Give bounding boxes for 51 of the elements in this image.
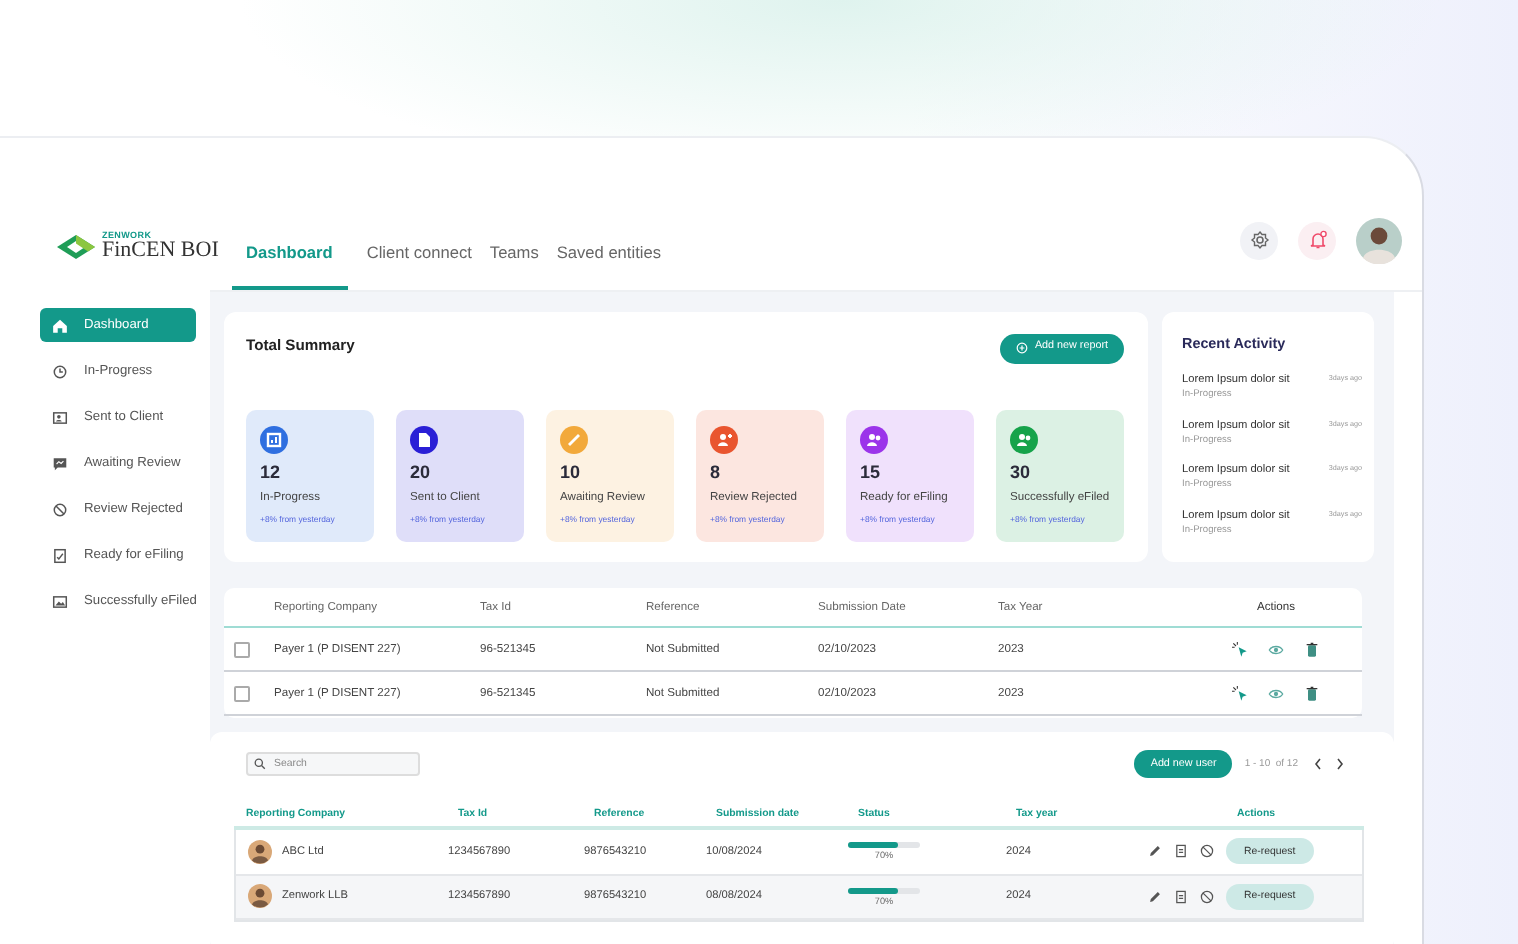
pencil-icon[interactable]	[1148, 844, 1162, 859]
stat-icon	[410, 426, 438, 454]
stat-icon	[860, 426, 888, 454]
stat-icon	[1010, 426, 1038, 454]
settings-icon	[1249, 230, 1269, 250]
ban-icon[interactable]	[1200, 889, 1214, 904]
product-name: FinCEN BOI	[102, 240, 219, 263]
logo-icon	[56, 234, 96, 260]
chevron-right-icon[interactable]	[1336, 758, 1344, 770]
checkbox[interactable]	[234, 641, 250, 657]
home-icon	[52, 317, 68, 333]
stat-icon	[710, 426, 738, 454]
pencil-icon[interactable]	[1148, 889, 1162, 904]
plus-circle-icon	[1016, 342, 1029, 354]
settings-button[interactable]	[1240, 221, 1278, 259]
stat-value: 15	[860, 462, 883, 482]
avatar-icon	[1356, 217, 1402, 263]
document-icon[interactable]	[1174, 889, 1188, 904]
avatar-icon	[248, 839, 272, 864]
trash-icon[interactable]	[1304, 641, 1320, 657]
document-icon[interactable]	[1174, 844, 1188, 859]
bell-icon	[1307, 230, 1327, 250]
stat-value: 12	[260, 462, 283, 482]
checklist-icon	[52, 547, 68, 563]
stat-value: 20	[410, 462, 433, 482]
search-icon	[254, 758, 266, 770]
eye-icon[interactable]	[1268, 685, 1284, 701]
chat-icon	[52, 455, 68, 471]
image-card-icon	[52, 593, 68, 609]
progress-bar	[848, 842, 920, 849]
clock-icon	[52, 363, 68, 379]
id-card-icon	[52, 409, 68, 425]
notification-button[interactable]	[1298, 221, 1336, 259]
tab[interactable]: Teams	[483, 242, 545, 290]
tab[interactable]: Saved entities	[550, 242, 667, 290]
eye-icon[interactable]	[1268, 641, 1284, 657]
trash-icon[interactable]	[1304, 685, 1320, 701]
chevron-left-icon[interactable]	[1314, 758, 1322, 770]
progress-bar	[848, 887, 920, 894]
stat-icon	[560, 426, 588, 454]
stat-icon	[260, 426, 288, 454]
ban-icon[interactable]	[1200, 844, 1214, 859]
checkbox[interactable]	[234, 685, 250, 701]
stat-value: 10	[560, 462, 583, 482]
click-cursor-icon[interactable]	[1232, 685, 1248, 701]
stat-value: 30	[1010, 462, 1033, 482]
tab[interactable]: Client connect	[360, 242, 478, 290]
ban-icon	[52, 501, 68, 517]
avatar-icon	[248, 884, 272, 909]
stat-value: 8	[710, 462, 723, 482]
click-cursor-icon[interactable]	[1232, 641, 1248, 657]
